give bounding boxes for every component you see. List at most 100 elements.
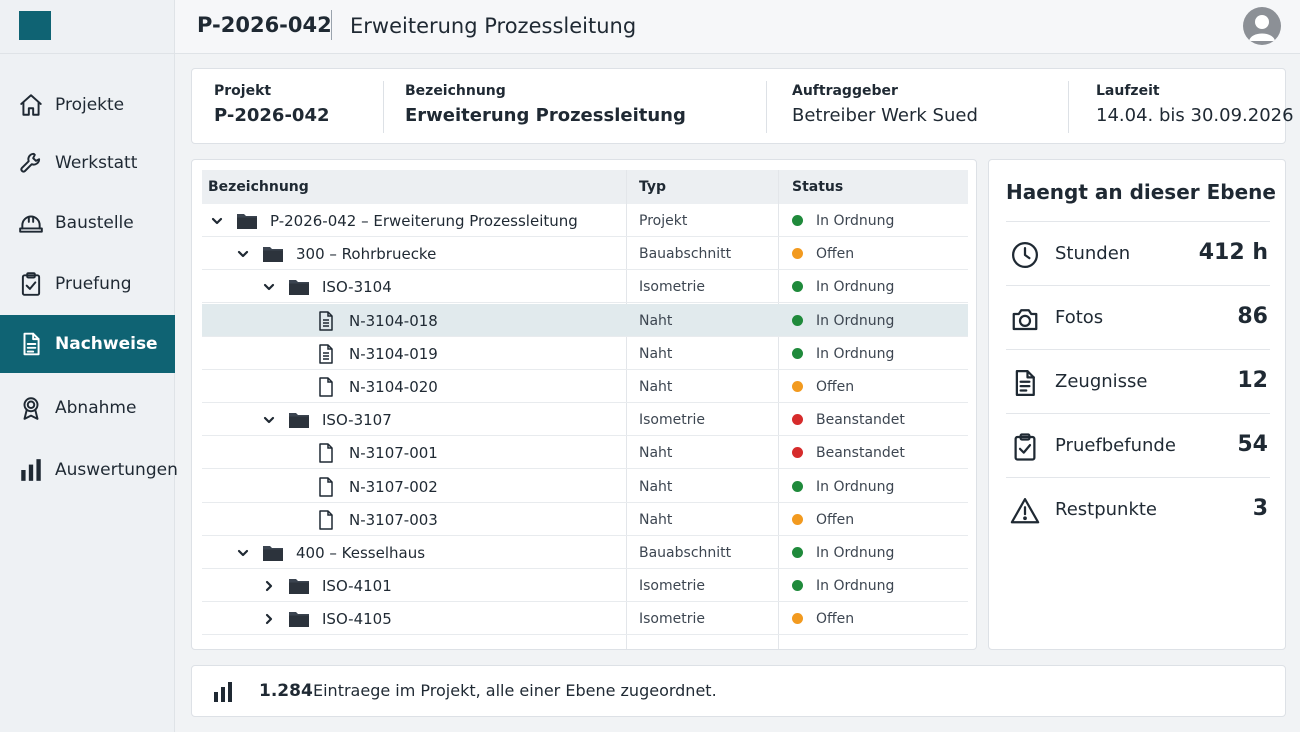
row-name: N-3107-001 — [349, 443, 438, 462]
status-dot — [792, 447, 803, 458]
sidebar-item-nachweise[interactable]: Nachweise — [0, 315, 175, 373]
column-header-status[interactable]: Status — [792, 170, 843, 204]
folder-icon — [288, 609, 310, 629]
sidebar-item-label: Nachweise — [55, 334, 158, 354]
cell-name: P-2026-042 – Erweiterung Prozessleitung — [210, 204, 578, 237]
chevron-down-icon[interactable] — [262, 413, 276, 427]
stat-value: 3 — [1252, 496, 1268, 521]
table-row[interactable]: 400 – Kesselhaus Bauabschnitt In Ordnung — [202, 536, 968, 569]
hardhat-icon — [18, 210, 44, 236]
clipboard-check-icon — [1010, 432, 1040, 462]
stat-label: Zeugnisse — [1055, 371, 1148, 392]
cell-name: N-3104-019 — [289, 337, 438, 370]
info-name: Bezeichnung Erweiterung Prozessleitung — [405, 83, 686, 126]
chevron-right-icon[interactable] — [262, 579, 276, 593]
info-name-value: Erweiterung Prozessleitung — [405, 105, 686, 126]
stat-zeugnisse[interactable]: Zeugnisse 12 — [1006, 349, 1270, 412]
cell-type: Naht — [639, 312, 673, 329]
status-dot — [792, 547, 803, 558]
cell-type: Isometrie — [639, 610, 705, 627]
cell-name: ISO-4105 — [262, 602, 392, 635]
sidebar-item-baustelle[interactable]: Baustelle — [0, 194, 175, 252]
user-avatar-icon[interactable] — [1243, 7, 1281, 45]
sidebar-item-projekte[interactable]: Projekte — [0, 76, 175, 134]
cell-type: Isometrie — [639, 278, 705, 295]
cell-name: 400 – Kesselhaus — [236, 536, 425, 569]
logo-square[interactable] — [19, 11, 51, 40]
row-name: N-3104-019 — [349, 344, 438, 363]
attached-items-panel: Haengt an dieser Ebene Stunden 412 h Fotos… — [988, 159, 1286, 650]
table-row[interactable]: N-3104-019 Naht In Ordnung — [202, 337, 968, 370]
stat-pruefbefunde[interactable]: Pruefbefunde 54 — [1006, 413, 1270, 476]
cell-status: In Ordnung — [792, 337, 894, 370]
row-name: ISO-3104 — [322, 277, 392, 296]
status-text: Beanstandet — [816, 444, 905, 461]
table-row[interactable]: N-3104-020 Naht Offen — [202, 370, 968, 403]
table-row[interactable]: P-2026-042 – Erweiterung Prozessleitung P… — [202, 204, 968, 237]
sidebar: Projekte Werkstatt Baustelle Pruefung Nachwe… — [0, 0, 178, 732]
table-row[interactable]: ISO-4105 Isometrie Offen — [202, 602, 968, 635]
info-divider — [1068, 81, 1069, 133]
cell-name: ISO-4101 — [262, 569, 392, 602]
row-name: N-3104-018 — [349, 311, 438, 330]
status-text: Offen — [816, 511, 855, 528]
cell-status: Offen — [792, 602, 854, 635]
status-dot — [792, 514, 803, 525]
row-name: N-3107-003 — [349, 510, 438, 529]
column-header-name[interactable]: Bezeichnung — [208, 170, 309, 204]
table-row[interactable]: N-3107-003 Naht Offen — [202, 503, 968, 536]
sidebar-item-label: Auswertungen — [55, 460, 178, 480]
chevron-down-icon[interactable] — [236, 546, 250, 560]
cell-status: Beanstandet — [792, 403, 905, 436]
chevron-right-icon[interactable] — [262, 612, 276, 626]
row-name: 400 – Kesselhaus — [296, 543, 426, 562]
info-client-label: Auftraggeber — [792, 83, 898, 99]
cell-name: 300 – Rohrbruecke — [236, 237, 436, 270]
table-row[interactable]: N-3107-002 Naht In Ordnung — [202, 470, 968, 503]
stat-value: 412 h — [1198, 240, 1268, 265]
status-dot — [792, 481, 803, 492]
cell-name: N-3107-003 — [289, 503, 438, 536]
status-dot — [792, 248, 803, 259]
sidebar-item-abnahme[interactable]: Abnahme — [0, 379, 175, 437]
column-header-type[interactable]: Typ — [639, 170, 666, 204]
cell-name: N-3104-018 — [289, 304, 438, 337]
chevron-down-icon[interactable] — [262, 280, 276, 294]
cell-type: Projekt — [639, 212, 688, 229]
cell-status: In Ordnung — [792, 304, 894, 337]
cell-status: In Ordnung — [792, 536, 894, 569]
status-text: In Ordnung — [816, 345, 895, 362]
table-row[interactable]: ISO-3107 Isometrie Beanstandet — [202, 403, 968, 436]
sidebar-item-werkstatt[interactable]: Werkstatt — [0, 134, 175, 192]
stat-value: 86 — [1237, 304, 1268, 329]
sidebar-item-label: Abnahme — [55, 398, 137, 418]
cell-name: ISO-3104 — [262, 270, 392, 303]
cell-status: Beanstandet — [792, 436, 905, 469]
table-row[interactable]: ISO-3104 Isometrie In Ordnung — [202, 270, 968, 303]
status-text: In Ordnung — [816, 478, 895, 495]
row-name: N-3104-020 — [349, 377, 438, 396]
bar-chart-icon — [18, 457, 44, 483]
sidebar-item-label: Werkstatt — [55, 153, 138, 173]
info-project-label: Projekt — [214, 83, 272, 99]
cell-type: Naht — [639, 444, 673, 461]
table-row[interactable]: ISO-4101 Isometrie In Ordnung — [202, 569, 968, 602]
stat-value: 12 — [1237, 368, 1268, 393]
header-separator — [331, 10, 332, 40]
table-row[interactable]: 300 – Rohrbruecke Bauabschnitt Offen — [202, 237, 968, 270]
chevron-down-icon[interactable] — [236, 247, 250, 261]
table-row[interactable]: N-3107-001 Naht Beanstandet — [202, 436, 968, 469]
sidebar-item-auswertungen[interactable]: Auswertungen — [0, 441, 178, 499]
stat-restpunkte[interactable]: Restpunkte 3 — [1006, 477, 1270, 540]
clock-icon — [1010, 240, 1040, 270]
sidebar-item-label: Pruefung — [55, 274, 132, 294]
cell-status: Offen — [792, 370, 854, 403]
cell-name: ISO-3107 — [262, 403, 392, 436]
chevron-down-icon[interactable] — [210, 214, 224, 228]
stat-stunden[interactable]: Stunden 412 h — [1006, 221, 1270, 284]
table-row[interactable]: N-3104-018 Naht In Ordnung — [202, 304, 968, 337]
award-icon — [18, 395, 44, 421]
stat-fotos[interactable]: Fotos 86 — [1006, 285, 1270, 348]
sidebar-item-pruefung[interactable]: Pruefung — [0, 255, 175, 313]
